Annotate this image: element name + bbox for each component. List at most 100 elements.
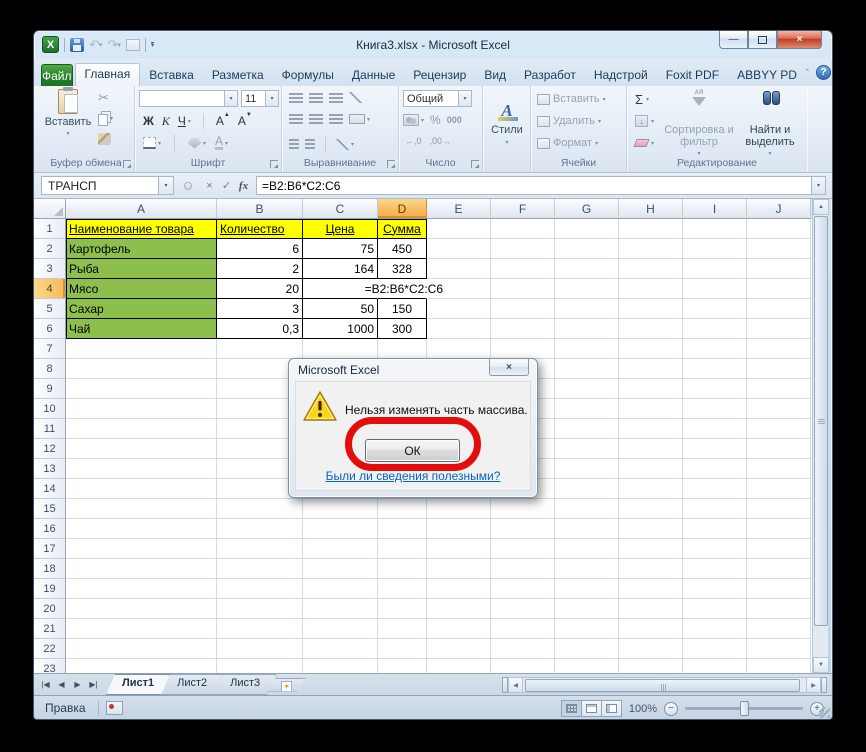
cell-H10[interactable] bbox=[619, 399, 683, 419]
cell-J6[interactable] bbox=[747, 319, 811, 339]
row-header-18[interactable]: 18 bbox=[34, 559, 66, 579]
cell-F5[interactable] bbox=[491, 299, 555, 319]
tab-file[interactable]: Файл bbox=[41, 64, 73, 86]
borders-button[interactable]: ▾ bbox=[143, 137, 161, 149]
decrease-indent-icon[interactable] bbox=[289, 139, 299, 149]
row-header-4[interactable]: 4 bbox=[34, 279, 66, 299]
dialog-close-button[interactable]: × bbox=[489, 359, 529, 376]
row-header-3[interactable]: 3 bbox=[34, 259, 66, 279]
vertical-scrollbar[interactable]: ▲ ▼ bbox=[812, 199, 829, 673]
cell-E18[interactable] bbox=[427, 559, 491, 579]
cell-H12[interactable] bbox=[619, 439, 683, 459]
cell-I20[interactable] bbox=[683, 599, 747, 619]
cell-C16[interactable] bbox=[303, 519, 378, 539]
cell-A3[interactable]: Рыба bbox=[66, 259, 217, 279]
cell-I7[interactable] bbox=[683, 339, 747, 359]
cell-H5[interactable] bbox=[619, 299, 683, 319]
cell-H17[interactable] bbox=[619, 539, 683, 559]
feedback-link[interactable]: Были ли сведения полезными? bbox=[289, 469, 537, 483]
cell-B3[interactable]: 2 bbox=[217, 259, 303, 279]
font-size-dropdown[interactable]: ▾ bbox=[266, 90, 279, 107]
ribbon-tab-Надстрой[interactable]: Надстрой bbox=[585, 64, 657, 86]
cell-G16[interactable] bbox=[555, 519, 619, 539]
cell-A21[interactable] bbox=[66, 619, 217, 639]
cell-G4[interactable] bbox=[555, 279, 619, 299]
cell-D15[interactable] bbox=[378, 499, 427, 519]
cell-B5[interactable]: 3 bbox=[217, 299, 303, 319]
row-header-5[interactable]: 5 bbox=[34, 299, 66, 319]
ribbon-tab-Вид[interactable]: Вид bbox=[475, 64, 515, 86]
formula-input[interactable]: =B2:B6*C2:C6 bbox=[256, 176, 811, 195]
cell-B20[interactable] bbox=[217, 599, 303, 619]
cell-D3[interactable]: 328 bbox=[378, 259, 427, 279]
help-icon[interactable]: ? bbox=[815, 65, 831, 80]
first-sheet-icon[interactable]: |◀ bbox=[38, 678, 53, 692]
cell-I2[interactable] bbox=[683, 239, 747, 259]
cell-J18[interactable] bbox=[747, 559, 811, 579]
cell-F6[interactable] bbox=[491, 319, 555, 339]
cell-D23[interactable] bbox=[378, 659, 427, 673]
cell-D22[interactable] bbox=[378, 639, 427, 659]
page-break-view-button[interactable] bbox=[600, 700, 622, 717]
row-header-8[interactable]: 8 bbox=[34, 359, 66, 379]
cell-D16[interactable] bbox=[378, 519, 427, 539]
column-header-D[interactable]: D bbox=[378, 199, 427, 219]
cell-A8[interactable] bbox=[66, 359, 217, 379]
cell-A13[interactable] bbox=[66, 459, 217, 479]
resize-grip[interactable] bbox=[819, 707, 830, 718]
scroll-up-icon[interactable]: ▲ bbox=[813, 199, 829, 215]
cell-G15[interactable] bbox=[555, 499, 619, 519]
scroll-down-icon[interactable]: ▼ bbox=[813, 657, 829, 673]
row-header-15[interactable]: 15 bbox=[34, 499, 66, 519]
cell-I22[interactable] bbox=[683, 639, 747, 659]
ribbon-tab-Главная[interactable]: Главная bbox=[74, 63, 141, 86]
cell-I3[interactable] bbox=[683, 259, 747, 279]
cell-F1[interactable] bbox=[491, 219, 555, 239]
zoom-slider[interactable] bbox=[685, 701, 803, 716]
styles-button[interactable]: А Стили ▾ bbox=[486, 90, 528, 156]
cell-A15[interactable] bbox=[66, 499, 217, 519]
cell-E17[interactable] bbox=[427, 539, 491, 559]
cell-F16[interactable] bbox=[491, 519, 555, 539]
cell-H3[interactable] bbox=[619, 259, 683, 279]
cell-J3[interactable] bbox=[747, 259, 811, 279]
row-header-13[interactable]: 13 bbox=[34, 459, 66, 479]
cell-B18[interactable] bbox=[217, 559, 303, 579]
vertical-scrollbar-thumb[interactable] bbox=[814, 216, 828, 626]
row-header-16[interactable]: 16 bbox=[34, 519, 66, 539]
cell-B19[interactable] bbox=[217, 579, 303, 599]
insert-function-button[interactable]: fx bbox=[235, 177, 252, 195]
row-header-14[interactable]: 14 bbox=[34, 479, 66, 499]
cell-D19[interactable] bbox=[378, 579, 427, 599]
column-header-B[interactable]: B bbox=[217, 199, 303, 219]
page-layout-view-button[interactable] bbox=[580, 700, 602, 717]
zoom-slider-thumb[interactable] bbox=[740, 701, 749, 716]
row-header-20[interactable]: 20 bbox=[34, 599, 66, 619]
cell-I23[interactable] bbox=[683, 659, 747, 673]
cell-C21[interactable] bbox=[303, 619, 378, 639]
orientation-icon[interactable] bbox=[349, 92, 362, 103]
cell-G18[interactable] bbox=[555, 559, 619, 579]
cell-I18[interactable] bbox=[683, 559, 747, 579]
cell-J15[interactable] bbox=[747, 499, 811, 519]
cell-E15[interactable] bbox=[427, 499, 491, 519]
cell-I6[interactable] bbox=[683, 319, 747, 339]
cell-E20[interactable] bbox=[427, 599, 491, 619]
cell-J17[interactable] bbox=[747, 539, 811, 559]
font-name-dropdown[interactable]: ▾ bbox=[225, 90, 238, 107]
cell-B22[interactable] bbox=[217, 639, 303, 659]
font-name-input[interactable] bbox=[139, 90, 225, 107]
clear-button[interactable]: ▾ bbox=[633, 139, 654, 147]
sheet-tab-Лист2[interactable]: Лист2 bbox=[161, 674, 223, 695]
autosum-button[interactable]: Σ ▾ bbox=[635, 92, 649, 107]
cell-I21[interactable] bbox=[683, 619, 747, 639]
cell-C6[interactable]: 1000 bbox=[303, 319, 378, 339]
cell-H4[interactable] bbox=[619, 279, 683, 299]
cell-A6[interactable]: Чай bbox=[66, 319, 217, 339]
increase-decimal-icon[interactable]: ←,0 bbox=[405, 136, 422, 146]
cell-G6[interactable] bbox=[555, 319, 619, 339]
cell-C3[interactable]: 164 bbox=[303, 259, 378, 279]
cell-C18[interactable] bbox=[303, 559, 378, 579]
column-header-F[interactable]: F bbox=[491, 199, 555, 219]
cell-A12[interactable] bbox=[66, 439, 217, 459]
